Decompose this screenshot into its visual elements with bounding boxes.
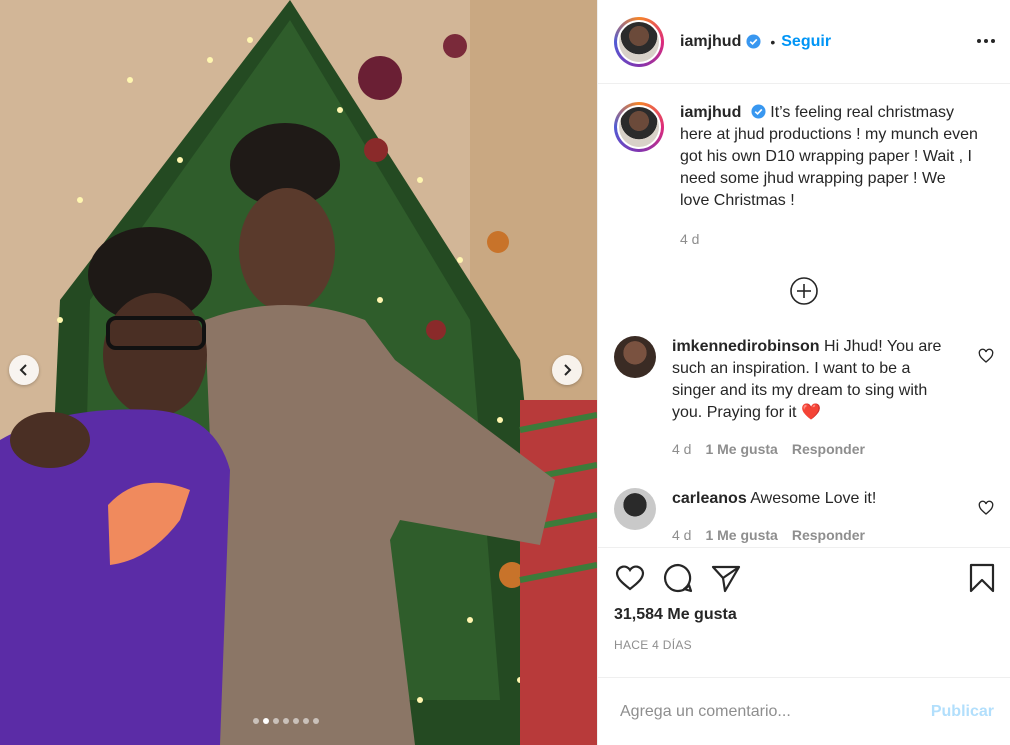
heart-icon[interactable] (978, 348, 994, 364)
commenter-avatar[interactable] (614, 488, 656, 530)
caption-avatar[interactable] (614, 102, 664, 152)
comment-likes[interactable]: 1 Me gusta (705, 524, 777, 546)
post-dialog: iamjhud • Seguir iamjhud It’s feeling re… (0, 0, 1010, 745)
caption: iamjhud It’s feeling real christmasy her… (614, 102, 994, 250)
paper-plane-icon[interactable] (710, 562, 742, 594)
post-header: iamjhud • Seguir (598, 0, 1010, 84)
comment-username[interactable]: imkennedirobinson (672, 338, 820, 355)
author-avatar[interactable] (614, 16, 664, 67)
caption-time[interactable]: 4 d (680, 228, 699, 250)
post-actions: 31,584 Me gusta HACE 4 DÍAS (598, 547, 1010, 677)
comment-input[interactable] (618, 701, 931, 722)
verified-badge-icon (746, 34, 761, 49)
load-more-comments (614, 276, 994, 306)
heart-icon[interactable] (978, 500, 994, 516)
author-username[interactable]: iamjhud (680, 33, 741, 51)
previous-photo-button[interactable] (9, 355, 39, 385)
carousel-dot (263, 718, 269, 724)
comment-likes[interactable]: 1 Me gusta (705, 438, 777, 460)
carousel-dot (253, 718, 259, 724)
chevron-right-icon (564, 364, 572, 376)
bookmark-icon[interactable] (966, 562, 998, 594)
comments-list[interactable]: iamjhud It’s feeling real christmasy her… (598, 84, 1010, 547)
more-options-icon[interactable] (976, 31, 996, 51)
photo-illustration (0, 0, 597, 745)
heart-icon[interactable] (614, 562, 646, 594)
carousel-dot (273, 718, 279, 724)
reply-button[interactable]: Responder (792, 524, 865, 546)
post-photo[interactable] (0, 0, 597, 745)
carousel-dot (303, 718, 309, 724)
comment-item: imkennedirobinson Hi Jhud! You are such … (614, 336, 994, 460)
separator: • (770, 33, 776, 50)
comment-icon[interactable] (662, 562, 694, 594)
plus-circle-icon[interactable] (789, 276, 819, 306)
comment-text: Awesome Love it! (750, 490, 877, 507)
carousel-indicator (253, 718, 319, 724)
caption-username[interactable]: iamjhud (680, 104, 741, 121)
follow-button[interactable]: Seguir (781, 33, 831, 51)
post-time[interactable]: HACE 4 DÍAS (614, 638, 994, 652)
comment-composer: Publicar (598, 677, 1010, 745)
comment-username[interactable]: carleanos (672, 490, 747, 507)
comment-time[interactable]: 4 d (672, 524, 691, 546)
post-side-panel: iamjhud • Seguir iamjhud It’s feeling re… (597, 0, 1010, 745)
publish-button[interactable]: Publicar (931, 703, 994, 721)
heart-emoji: ❤️ (800, 404, 821, 421)
carousel-dot (313, 718, 319, 724)
carousel-dot (293, 718, 299, 724)
verified-badge-icon (751, 104, 766, 119)
next-photo-button[interactable] (552, 355, 582, 385)
like-count[interactable]: 31,584 Me gusta (614, 606, 994, 624)
chevron-left-icon (19, 364, 27, 376)
commenter-avatar[interactable] (614, 336, 656, 378)
carousel-dot (283, 718, 289, 724)
comment-item: carleanos Awesome Love it! 4 d 1 Me gust… (614, 488, 994, 546)
reply-button[interactable]: Responder (792, 438, 865, 460)
comment-time[interactable]: 4 d (672, 438, 691, 460)
